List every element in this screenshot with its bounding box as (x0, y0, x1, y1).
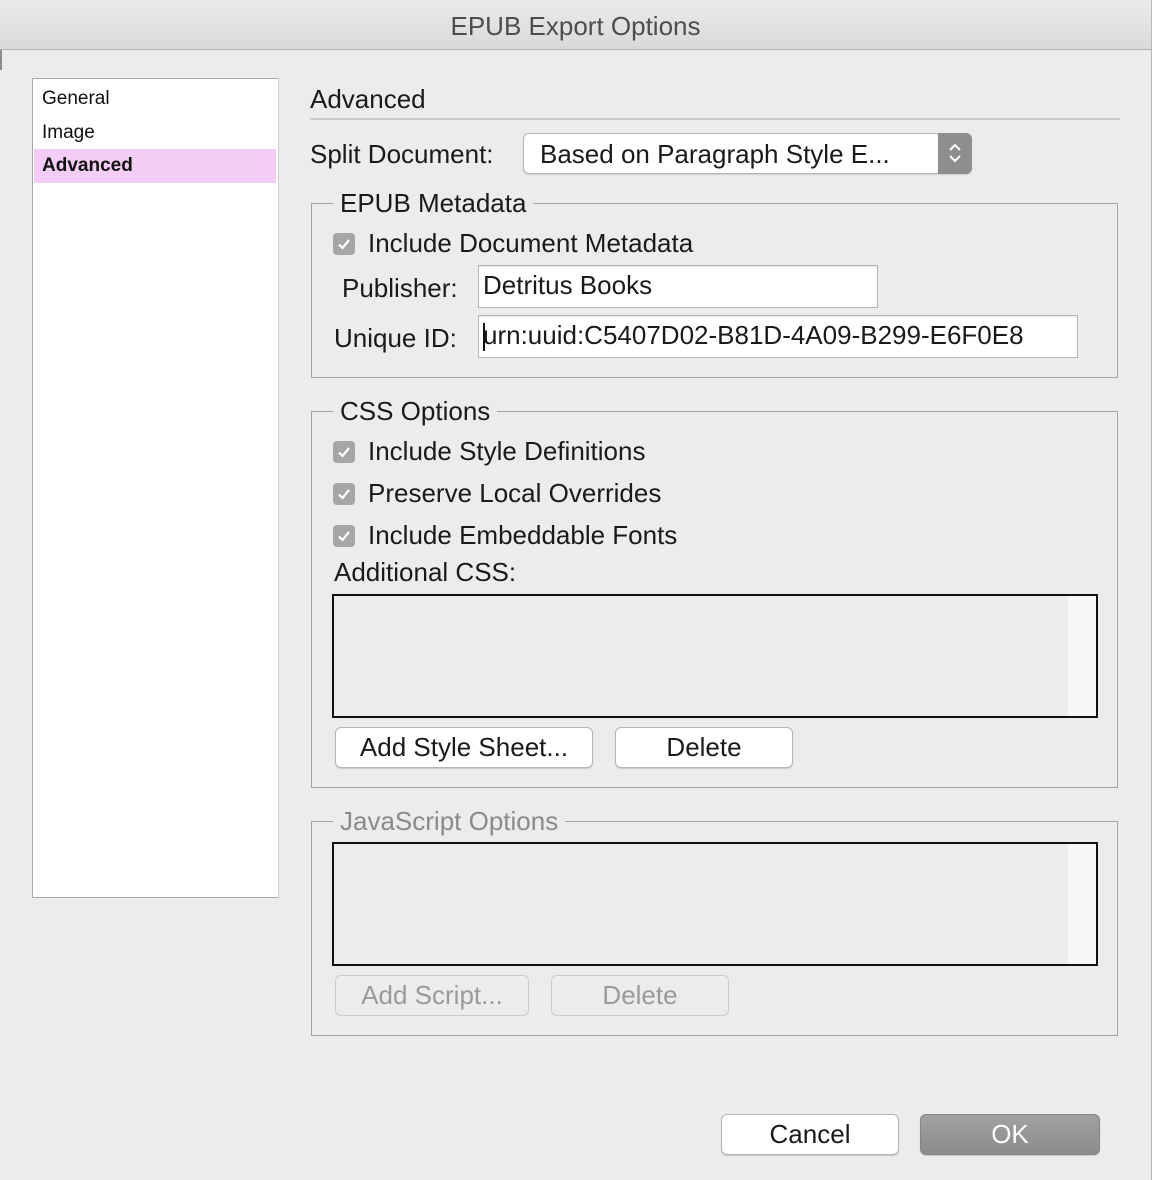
publisher-value: Detritus Books (483, 270, 653, 300)
window-edge-marker (0, 50, 2, 70)
unique-id-value: urn:uuid:C5407D02-B81D-4A09-B299-E6F0E8 (483, 320, 1024, 350)
checkmark-icon (338, 447, 350, 458)
split-document-select[interactable]: Based on Paragraph Style E... (523, 133, 972, 174)
include-style-definitions-label[interactable]: Include Style Definitions (368, 436, 645, 467)
epub-export-dialog: EPUB Export Options General Image Advanc… (0, 0, 1152, 1180)
javascript-options-group-title: JavaScript Options (333, 806, 566, 837)
select-stepper (938, 133, 972, 174)
include-embeddable-fonts-label[interactable]: Include Embeddable Fonts (368, 520, 677, 551)
sidebar-item-advanced[interactable]: Advanced (34, 149, 276, 183)
split-document-label: Split Document: (310, 139, 494, 169)
ok-button[interactable]: OK (920, 1114, 1100, 1155)
category-sidebar: General Image Advanced (32, 78, 279, 898)
delete-script-button: Delete (551, 975, 729, 1016)
additional-css-label: Additional CSS: (334, 557, 517, 587)
title-bar[interactable]: EPUB Export Options (0, 0, 1151, 50)
epub-metadata-group-title: EPUB Metadata (333, 188, 534, 219)
include-embeddable-fonts-checkbox[interactable] (333, 525, 355, 547)
section-title: Advanced (310, 84, 426, 114)
unique-id-field[interactable]: urn:uuid:C5407D02-B81D-4A09-B299-E6F0E8 (478, 315, 1078, 358)
text-caret (483, 323, 485, 351)
css-options-group-title: CSS Options (333, 396, 498, 427)
sidebar-item-general[interactable]: General (34, 82, 276, 116)
preserve-local-overrides-checkbox[interactable] (333, 483, 355, 505)
javascript-list-scrollbar (1068, 844, 1096, 964)
add-script-button: Add Script... (335, 975, 529, 1016)
publisher-label: Publisher: (342, 273, 458, 303)
window-title: EPUB Export Options (450, 11, 701, 41)
add-style-sheet-button[interactable]: Add Style Sheet... (335, 727, 593, 768)
checkmark-icon (338, 531, 350, 542)
javascript-list (332, 842, 1098, 966)
cancel-button[interactable]: Cancel (721, 1114, 899, 1155)
checkmark-icon (338, 239, 350, 250)
split-document-value: Based on Paragraph Style E... (540, 139, 890, 169)
preserve-local-overrides-label[interactable]: Preserve Local Overrides (368, 478, 661, 509)
up-down-chevron-icon (949, 143, 961, 163)
include-document-metadata-checkbox[interactable] (333, 233, 355, 255)
additional-css-list[interactable] (332, 594, 1098, 718)
include-style-definitions-checkbox[interactable] (333, 441, 355, 463)
sidebar-item-image[interactable]: Image (34, 116, 276, 150)
include-document-metadata-label[interactable]: Include Document Metadata (368, 228, 693, 259)
unique-id-label: Unique ID: (334, 323, 457, 353)
checkmark-icon (338, 489, 350, 500)
delete-css-button[interactable]: Delete (615, 727, 793, 768)
additional-css-scrollbar[interactable] (1068, 596, 1096, 716)
section-divider (310, 118, 1120, 120)
publisher-field[interactable]: Detritus Books (478, 265, 878, 308)
